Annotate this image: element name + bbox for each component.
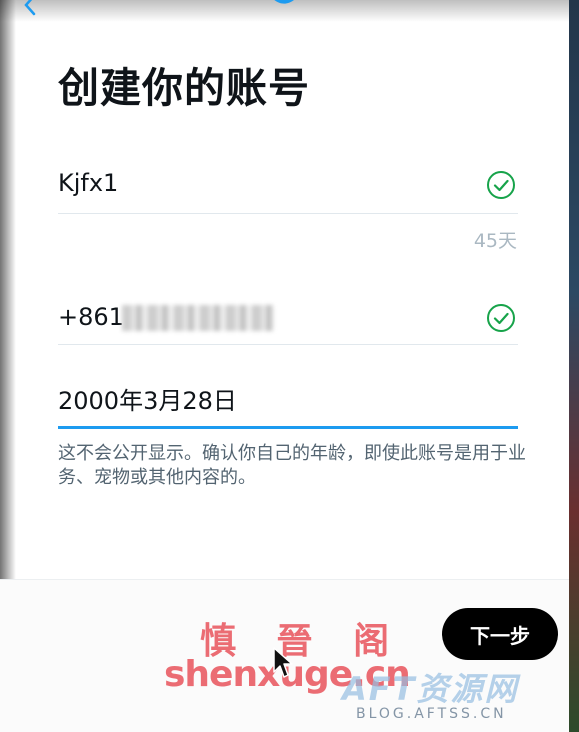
birthdate-value: 2000年3月28日	[58, 387, 237, 415]
check-circle-icon	[487, 304, 515, 332]
birthdate-helper-text: 这不会公开显示。确认你自己的年龄，即使此账号是用于业务、宠物或其他内容的。	[58, 443, 526, 488]
watermark-url: BLOG.AFTSS.CN	[356, 706, 507, 722]
right-edge-strip	[569, 0, 579, 732]
birthdate-input[interactable]: 2000年3月28日	[58, 386, 518, 429]
back-arrow-icon[interactable]	[20, 0, 42, 16]
page-title: 创建你的账号	[58, 64, 310, 112]
bird-logo-icon	[274, 0, 294, 4]
redacted-phone-number	[122, 305, 274, 331]
phone-input[interactable]: +861	[58, 302, 518, 345]
character-counter: 45天	[473, 230, 517, 252]
watermark-aft: AFT资源网	[342, 670, 519, 708]
top-bar	[0, 0, 569, 22]
name-value: Kjfx1	[58, 169, 119, 197]
mouse-cursor-icon	[273, 647, 293, 678]
phone-prefix: +861	[58, 303, 124, 331]
check-circle-icon	[487, 171, 515, 199]
next-button[interactable]: 下一步	[442, 608, 558, 660]
name-input[interactable]: Kjfx1	[58, 168, 518, 214]
